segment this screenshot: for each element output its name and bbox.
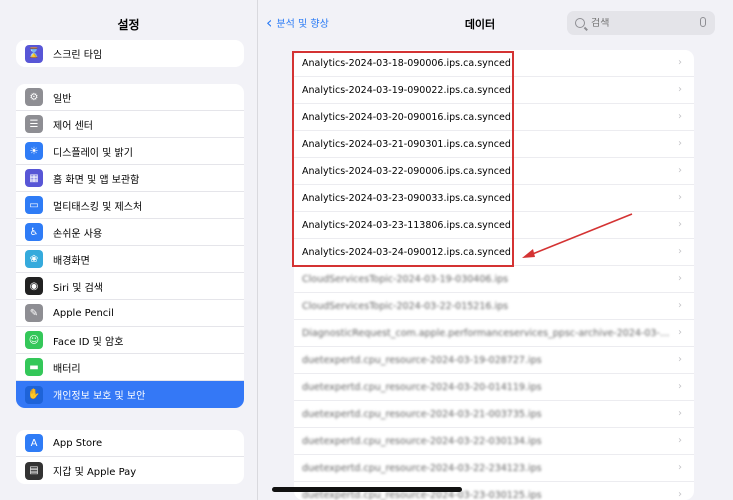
home-indicator (272, 487, 462, 492)
annotation-arrow (522, 213, 633, 258)
